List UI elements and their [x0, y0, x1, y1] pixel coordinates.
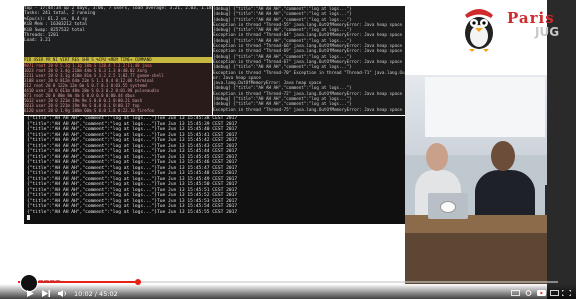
log-terminal: [debug] {"title":"AH AH AH","comment":"l… [213, 6, 405, 115]
terminal-row: Exception in thread "Thread-64" java.lan… [213, 32, 403, 38]
logo-subtitle: JUG [535, 25, 560, 39]
progress-bar[interactable] [18, 279, 558, 285]
laptop-sticker [440, 201, 456, 213]
top-summary-rows: Tasks: 241 total, 2 running %Cpu(s): 61.2… [24, 11, 212, 43]
terminal-row: Exception in thread "Thread-69" java.lan… [213, 48, 403, 54]
process-list: 9871 root 20 0 5.2g 1.1g 18m S 128.4 7.1… [24, 63, 212, 115]
output-rows: {"title":"AH AH AH","comment":"log at lo… [24, 116, 405, 215]
time-display: 10:02 / 45:02 [74, 290, 118, 298]
watermark-label: ▬▬▬▬ [38, 278, 61, 285]
terminal-row: Exception in thread "Thread-75" java.lan… [213, 106, 403, 112]
fullscreen-icon[interactable] [562, 290, 571, 296]
laptop [428, 193, 468, 219]
speaker-left-head [426, 143, 448, 171]
output-terminal: {"title":"AH AH AH","comment":"log at lo… [24, 116, 405, 224]
next-icon[interactable] [42, 290, 50, 297]
terminal-row: {"title":"AH AH AH","comment":"log at lo… [27, 209, 238, 215]
top-terminal: top - 17:44:34 up 2 days, 3:06, 7 users,… [24, 6, 212, 58]
volume-icon[interactable] [58, 290, 67, 297]
window-light [425, 77, 545, 137]
subtitles-icon[interactable] [511, 290, 520, 296]
play-icon[interactable] [27, 290, 34, 297]
speaker-right-head [491, 141, 515, 171]
youtube-icon[interactable] [537, 290, 546, 296]
settings-icon[interactable] [524, 290, 533, 296]
terminal-row: 6120 user 20 0 1.9g 300m 60m S 0.0 1.8 0… [24, 108, 155, 113]
mascot-icon [465, 9, 493, 52]
theater-icon[interactable] [550, 290, 559, 296]
parisjug-logo: Paris JUG [455, 3, 567, 55]
terminal-cursor [27, 215, 30, 220]
terminal-row: Load: 3.21 [24, 38, 51, 44]
video-player-frame[interactable]: top - 17:44:34 up 2 days, 3:06, 7 users,… [0, 0, 576, 299]
